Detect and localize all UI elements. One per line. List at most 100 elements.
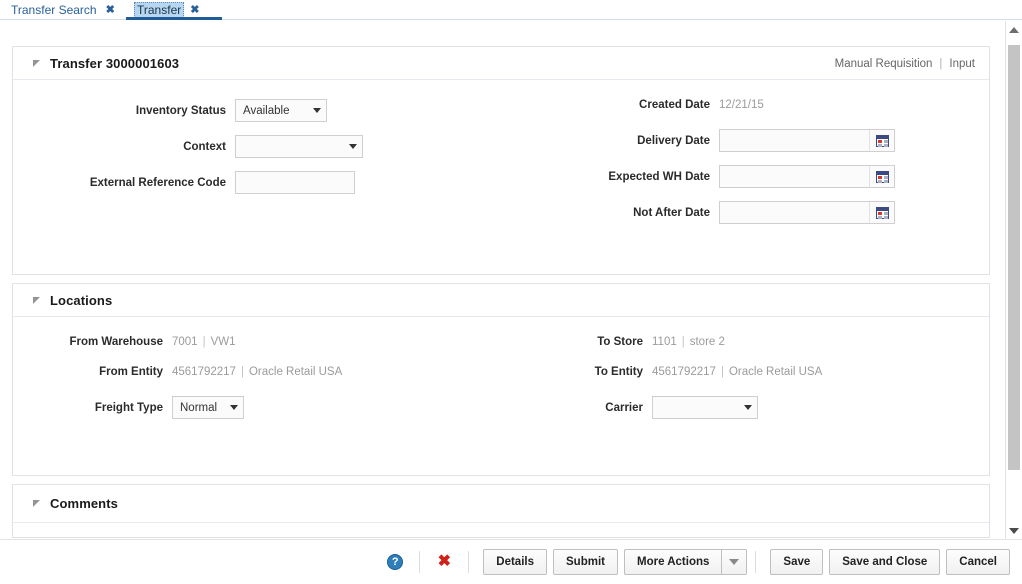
field-not-after-date: Not After Date xyxy=(513,201,895,224)
locations-panel-header: Locations xyxy=(13,284,989,317)
more-actions-dropdown-button[interactable] xyxy=(721,549,747,575)
tab-transfer-label: Transfer xyxy=(134,2,184,18)
more-actions-split-button: More Actions xyxy=(624,549,747,575)
expected-wh-date-input[interactable] xyxy=(720,166,869,187)
comments-panel-header: Comments xyxy=(13,485,989,523)
delivery-date-field[interactable] xyxy=(719,129,895,152)
not-after-date-input[interactable] xyxy=(720,202,869,223)
carrier-select[interactable] xyxy=(652,396,758,419)
inventory-status-select[interactable]: Available xyxy=(235,99,327,122)
chevron-down-icon xyxy=(230,405,238,410)
field-carrier: Carrier xyxy=(513,396,758,419)
link-separator: | xyxy=(939,58,942,70)
calendar-icon xyxy=(876,135,889,147)
toolbar-divider xyxy=(419,551,420,573)
from-warehouse-code: 7001 xyxy=(172,336,198,348)
field-to-entity: To Entity 4561792217|Oracle Retail USA xyxy=(513,366,822,378)
active-tab-indicator xyxy=(126,17,222,20)
transfer-panel: Transfer 3000001603 Manual Requisition |… xyxy=(12,46,990,275)
chevron-down-icon xyxy=(313,108,321,113)
help-button[interactable]: ? xyxy=(384,551,406,573)
application-window: Transfer Search ✖ Transfer ✖ Transfer 30… xyxy=(0,0,1022,584)
field-label: Created Date xyxy=(513,99,719,111)
locations-title: Locations xyxy=(50,293,112,308)
close-icon[interactable]: ✖ xyxy=(190,5,199,16)
form-scroll-area: Transfer 3000001603 Manual Requisition |… xyxy=(0,21,1022,539)
field-from-warehouse: From Warehouse 7001|VW1 xyxy=(13,336,236,348)
created-date-value: 12/21/15 xyxy=(719,99,764,111)
expected-wh-date-field[interactable] xyxy=(719,165,895,188)
to-entity-value: 4561792217|Oracle Retail USA xyxy=(652,366,822,378)
tab-transfer-search-label: Transfer Search xyxy=(8,2,100,18)
field-created-date: Created Date 12/21/15 xyxy=(513,99,764,111)
field-label: To Store xyxy=(513,336,652,348)
input-link[interactable]: Input xyxy=(949,58,975,70)
field-label: From Entity xyxy=(13,366,172,378)
collapse-triangle-icon[interactable] xyxy=(33,297,40,304)
chevron-down-icon xyxy=(744,405,752,410)
field-external-reference-code: External Reference Code xyxy=(13,171,361,194)
freight-type-select[interactable]: Normal xyxy=(172,396,244,419)
field-to-store: To Store 1101|store 2 xyxy=(513,336,725,348)
transfer-panel-body: Inventory Status Available Context Exter… xyxy=(13,80,989,275)
value-separator: | xyxy=(236,366,249,378)
field-inventory-status: Inventory Status Available xyxy=(13,99,329,122)
inventory-status-value: Available xyxy=(243,105,289,117)
delivery-date-input[interactable] xyxy=(720,130,869,151)
calendar-icon xyxy=(876,207,889,219)
calendar-button[interactable] xyxy=(869,202,894,223)
vertical-scrollbar[interactable] xyxy=(1005,21,1022,539)
more-actions-button[interactable]: More Actions xyxy=(624,549,721,575)
collapse-triangle-icon[interactable] xyxy=(33,60,40,67)
from-entity-code: 4561792217 xyxy=(172,366,236,378)
field-context: Context xyxy=(13,135,365,158)
comments-panel: Comments xyxy=(12,484,990,538)
manual-requisition-link[interactable]: Manual Requisition xyxy=(835,58,933,70)
delete-button[interactable]: ✖ xyxy=(433,551,455,573)
delete-icon: ✖ xyxy=(438,554,451,570)
save-and-close-button[interactable]: Save and Close xyxy=(829,549,940,575)
from-entity-value: 4561792217|Oracle Retail USA xyxy=(172,366,342,378)
field-freight-type: Freight Type Normal xyxy=(13,396,244,419)
help-icon: ? xyxy=(387,554,403,570)
field-label: Expected WH Date xyxy=(513,171,719,183)
comments-title: Comments xyxy=(50,496,118,511)
field-expected-wh-date: Expected WH Date xyxy=(513,165,895,188)
value-separator: | xyxy=(198,336,211,348)
scrollbar-thumb[interactable] xyxy=(1008,45,1020,470)
from-entity-name: Oracle Retail USA xyxy=(249,366,342,378)
locations-panel: Locations From Warehouse 7001|VW1 From E… xyxy=(12,283,990,476)
from-warehouse-name: VW1 xyxy=(211,336,236,348)
chevron-down-icon xyxy=(349,144,357,149)
not-after-date-field[interactable] xyxy=(719,201,895,224)
toolbar-divider xyxy=(468,551,469,573)
close-icon[interactable]: ✖ xyxy=(106,5,115,16)
field-label: From Warehouse xyxy=(13,336,172,348)
field-label: Delivery Date xyxy=(513,135,719,147)
details-button[interactable]: Details xyxy=(483,549,547,575)
field-label: Not After Date xyxy=(513,207,719,219)
from-warehouse-value: 7001|VW1 xyxy=(172,336,236,348)
to-store-code: 1101 xyxy=(652,336,677,348)
bottom-toolbar: ? ✖ Details Submit More Actions Save Sav… xyxy=(0,539,1022,584)
save-button[interactable]: Save xyxy=(770,549,823,575)
calendar-button[interactable] xyxy=(869,130,894,151)
field-label: External Reference Code xyxy=(13,177,235,189)
cancel-button[interactable]: Cancel xyxy=(946,549,1010,575)
tab-transfer-search[interactable]: Transfer Search ✖ xyxy=(4,0,119,20)
value-separator: | xyxy=(716,366,729,378)
field-label: Context xyxy=(13,141,235,153)
field-from-entity: From Entity 4561792217|Oracle Retail USA xyxy=(13,366,342,378)
value-separator: | xyxy=(677,336,690,348)
scroll-up-button[interactable] xyxy=(1006,21,1022,38)
scroll-down-button[interactable] xyxy=(1006,522,1022,539)
to-entity-code: 4561792217 xyxy=(652,366,716,378)
calendar-button[interactable] xyxy=(869,166,894,187)
external-reference-code-input[interactable] xyxy=(235,171,355,194)
context-select[interactable] xyxy=(235,135,363,158)
collapse-triangle-icon[interactable] xyxy=(33,500,40,507)
submit-button[interactable]: Submit xyxy=(553,549,618,575)
transfer-header-links: Manual Requisition | Input xyxy=(835,47,975,80)
to-entity-name: Oracle Retail USA xyxy=(729,366,822,378)
tab-strip: Transfer Search ✖ Transfer ✖ xyxy=(0,0,1022,20)
